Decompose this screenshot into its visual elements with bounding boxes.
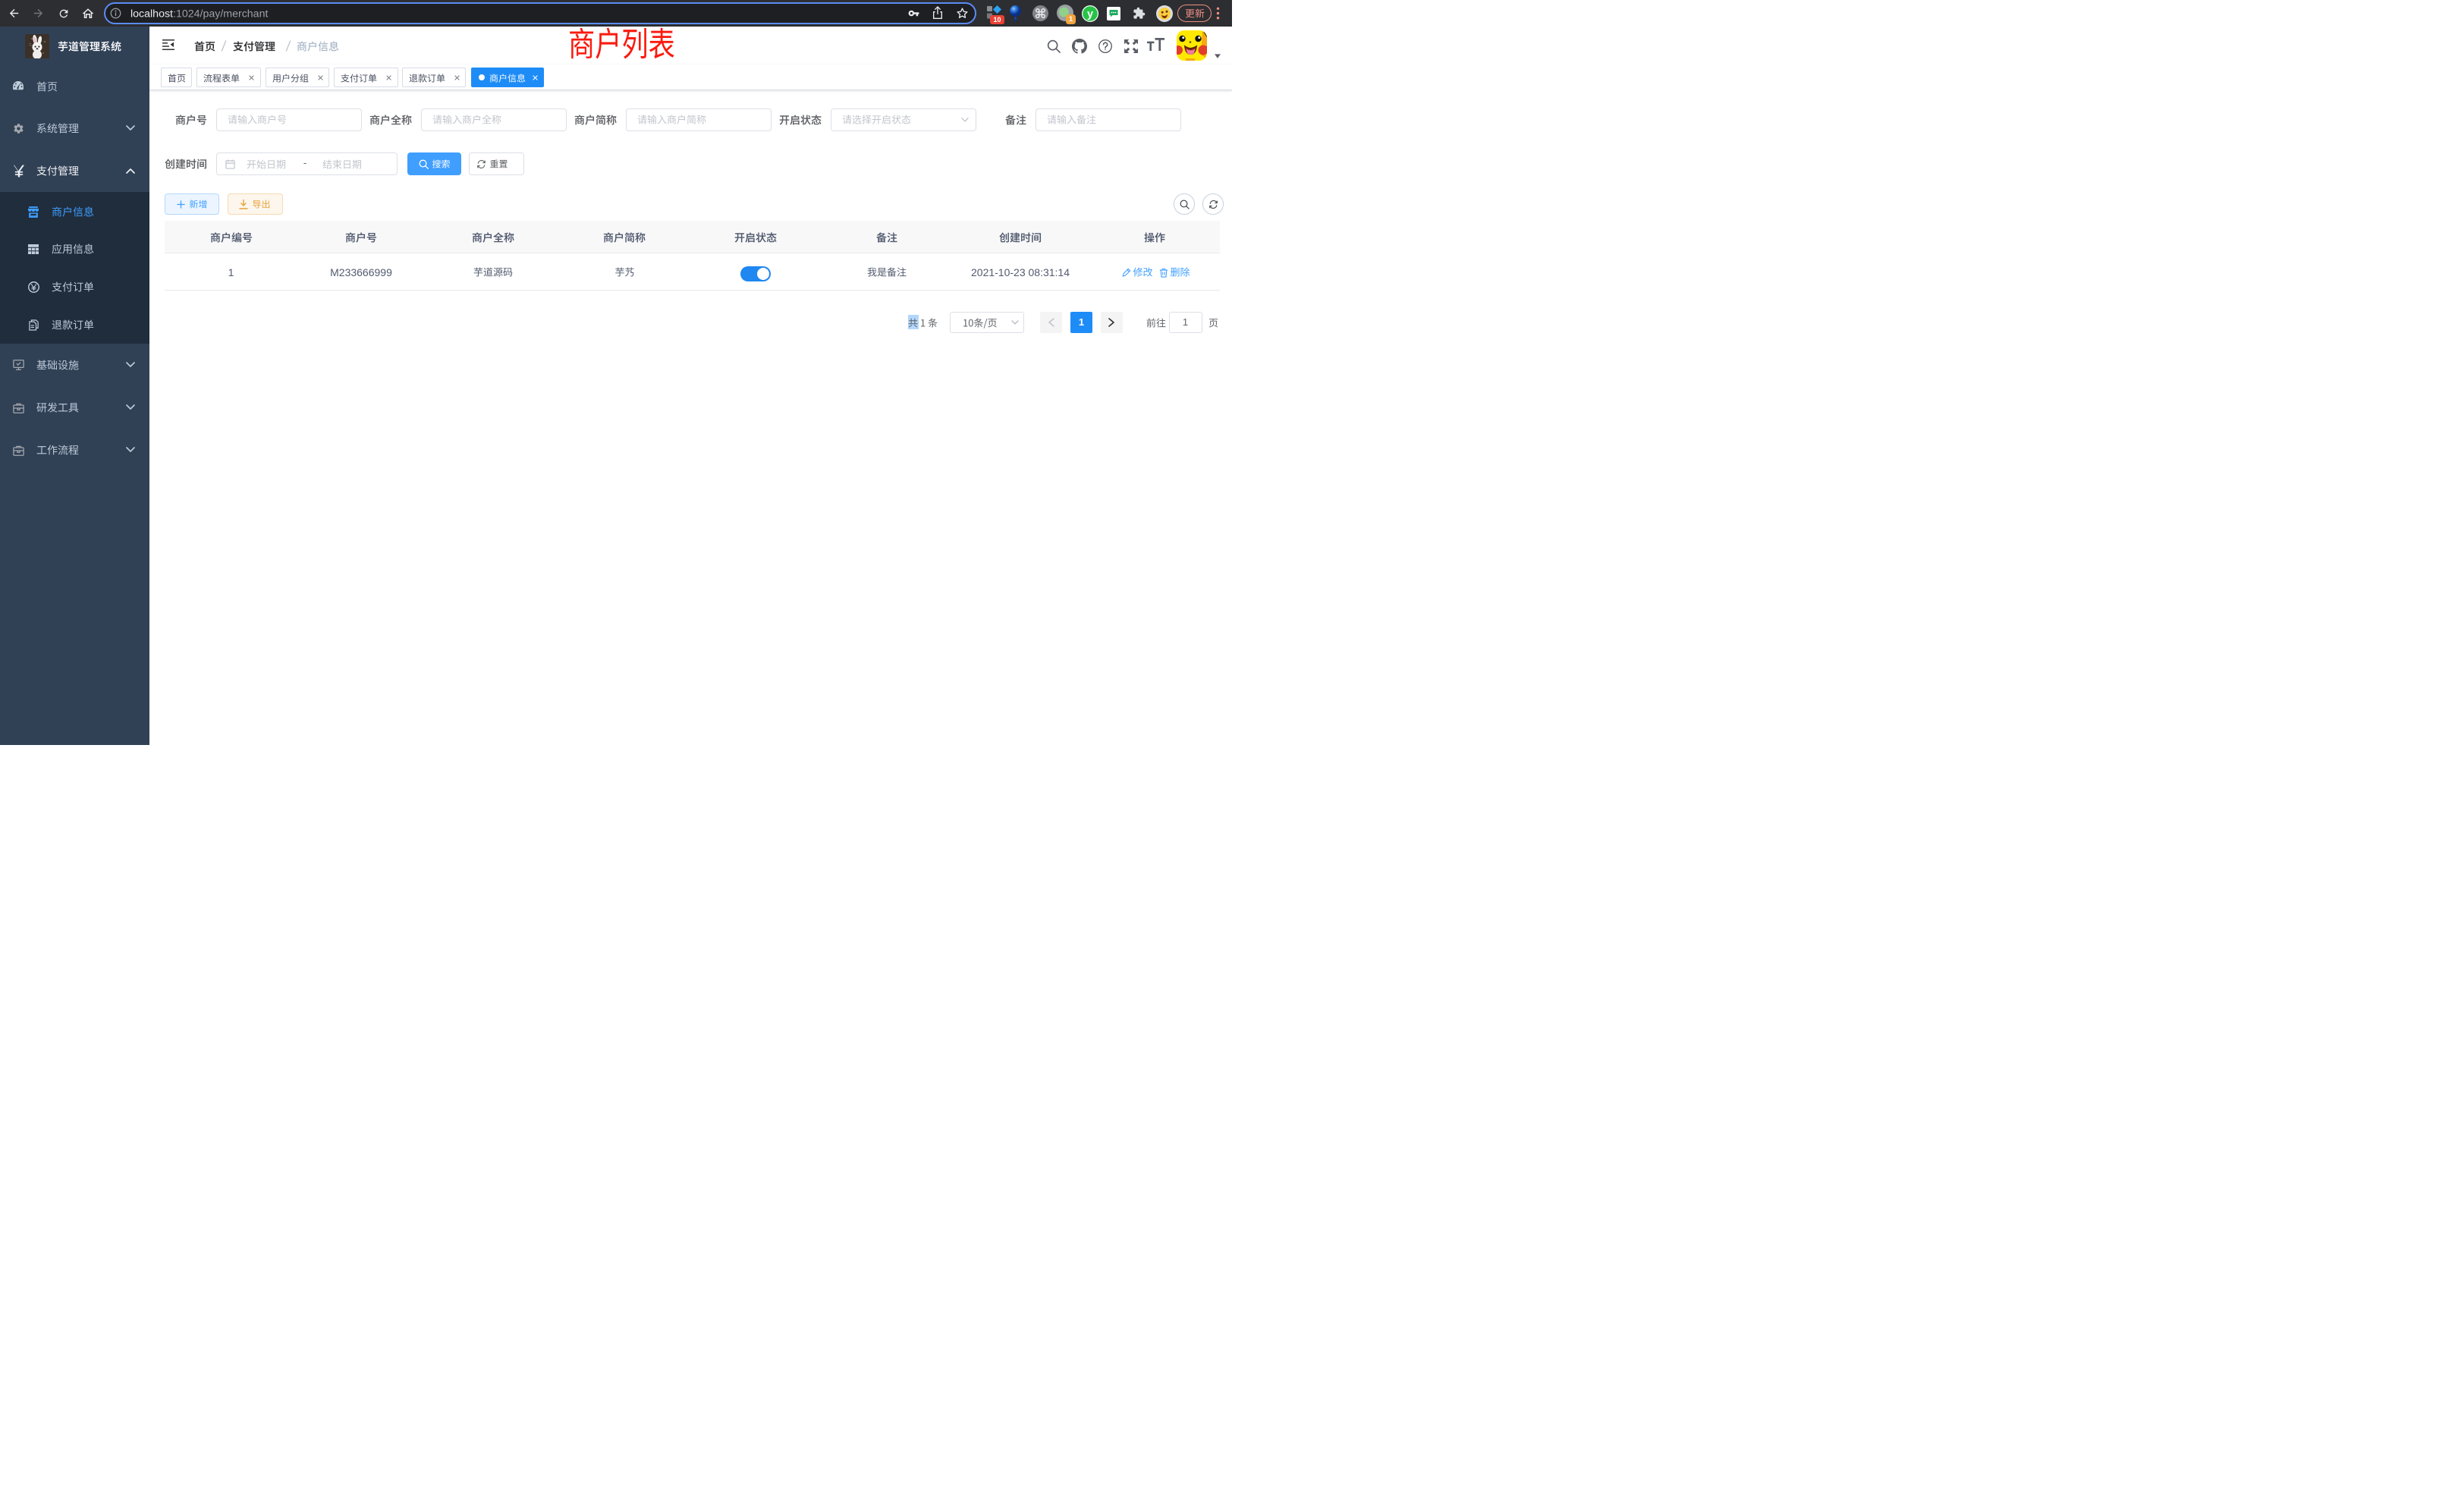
svg-text:y: y	[1087, 8, 1093, 20]
svg-text:localhost:1024/pay/merchant: localhost:1024/pay/merchant	[130, 8, 268, 20]
